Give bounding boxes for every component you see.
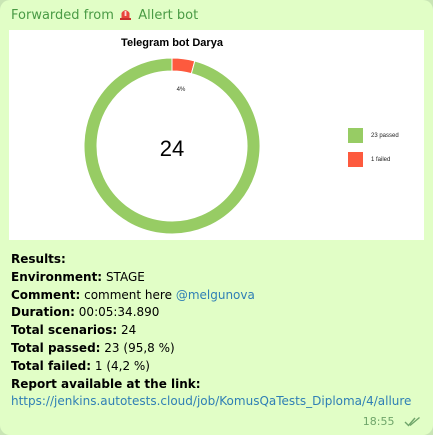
legend-label-passed: 23 passed bbox=[371, 133, 399, 139]
siren-icon bbox=[120, 10, 132, 20]
report-link[interactable]: https://jenkins.autotests.cloud/job/Komu… bbox=[11, 394, 411, 408]
failed-value: 1 (4,2 %) bbox=[94, 358, 150, 373]
forwarded-bot-name: Allert bot bbox=[138, 8, 199, 23]
environment-line: Environment: STAGE bbox=[11, 269, 427, 287]
report-link-line: https://jenkins.autotests.cloud/job/Komu… bbox=[11, 393, 427, 411]
duration-label: Duration: bbox=[11, 305, 75, 320]
forwarded-header[interactable]: Forwarded from Allert bot bbox=[11, 6, 198, 26]
scenarios-line: Total scenarios: 24 bbox=[11, 322, 427, 340]
double-check-icon bbox=[404, 416, 420, 427]
passed-line: Total passed: 23 (95,8 %) bbox=[11, 340, 427, 358]
chart-slice-failed bbox=[171, 57, 196, 75]
message-bubble: Forwarded from Allert bot Telegram bot D… bbox=[0, 0, 433, 435]
results-line: Results: bbox=[11, 251, 427, 269]
chart-center-value: 24 bbox=[160, 136, 184, 161]
chart-title: Telegram bot Darya bbox=[121, 37, 224, 49]
legend-label-failed: 1 failed bbox=[371, 157, 390, 163]
comment-mention-link[interactable]: @melgunova bbox=[176, 288, 255, 302]
legend-swatch-failed bbox=[348, 152, 363, 167]
comment-line: Comment: comment here @melgunova bbox=[11, 287, 427, 305]
report-label: Report available at the link: bbox=[11, 376, 201, 391]
duration-line: Duration: 00:05:34.890 bbox=[11, 304, 427, 322]
comment-value: comment here bbox=[84, 287, 172, 302]
chart-slice-label-failed: 4% bbox=[177, 87, 186, 93]
passed-value: 23 (95,8 %) bbox=[104, 340, 175, 355]
forwarded-prefix: Forwarded from bbox=[11, 8, 114, 23]
report-chart[interactable]: Telegram bot Darya 4% 24 23 passed 1 fai… bbox=[9, 30, 424, 240]
message-time: 18:55 bbox=[362, 415, 395, 428]
comment-label: Comment: bbox=[11, 287, 81, 302]
passed-label: Total passed: bbox=[11, 340, 101, 355]
legend-swatch-passed bbox=[348, 128, 363, 143]
scenarios-value: 24 bbox=[121, 323, 137, 338]
message-text: Results: Environment: STAGE Comment: com… bbox=[11, 251, 427, 411]
scenarios-label: Total scenarios: bbox=[11, 323, 118, 338]
results-label: Results: bbox=[11, 252, 66, 266]
environment-value: STAGE bbox=[105, 269, 145, 284]
chart-legend: 23 passed 1 failed bbox=[348, 128, 399, 167]
message-meta: 18:55 bbox=[363, 415, 421, 428]
environment-label: Environment: bbox=[11, 269, 103, 284]
duration-value: 00:05:34.890 bbox=[78, 305, 160, 320]
failed-label: Total failed: bbox=[11, 358, 92, 373]
report-line: Report available at the link: bbox=[11, 376, 427, 394]
pie-chart: Telegram bot Darya 4% 24 23 passed 1 fai… bbox=[83, 37, 399, 235]
failed-line: Total failed: 1 (4,2 %) bbox=[11, 358, 427, 376]
